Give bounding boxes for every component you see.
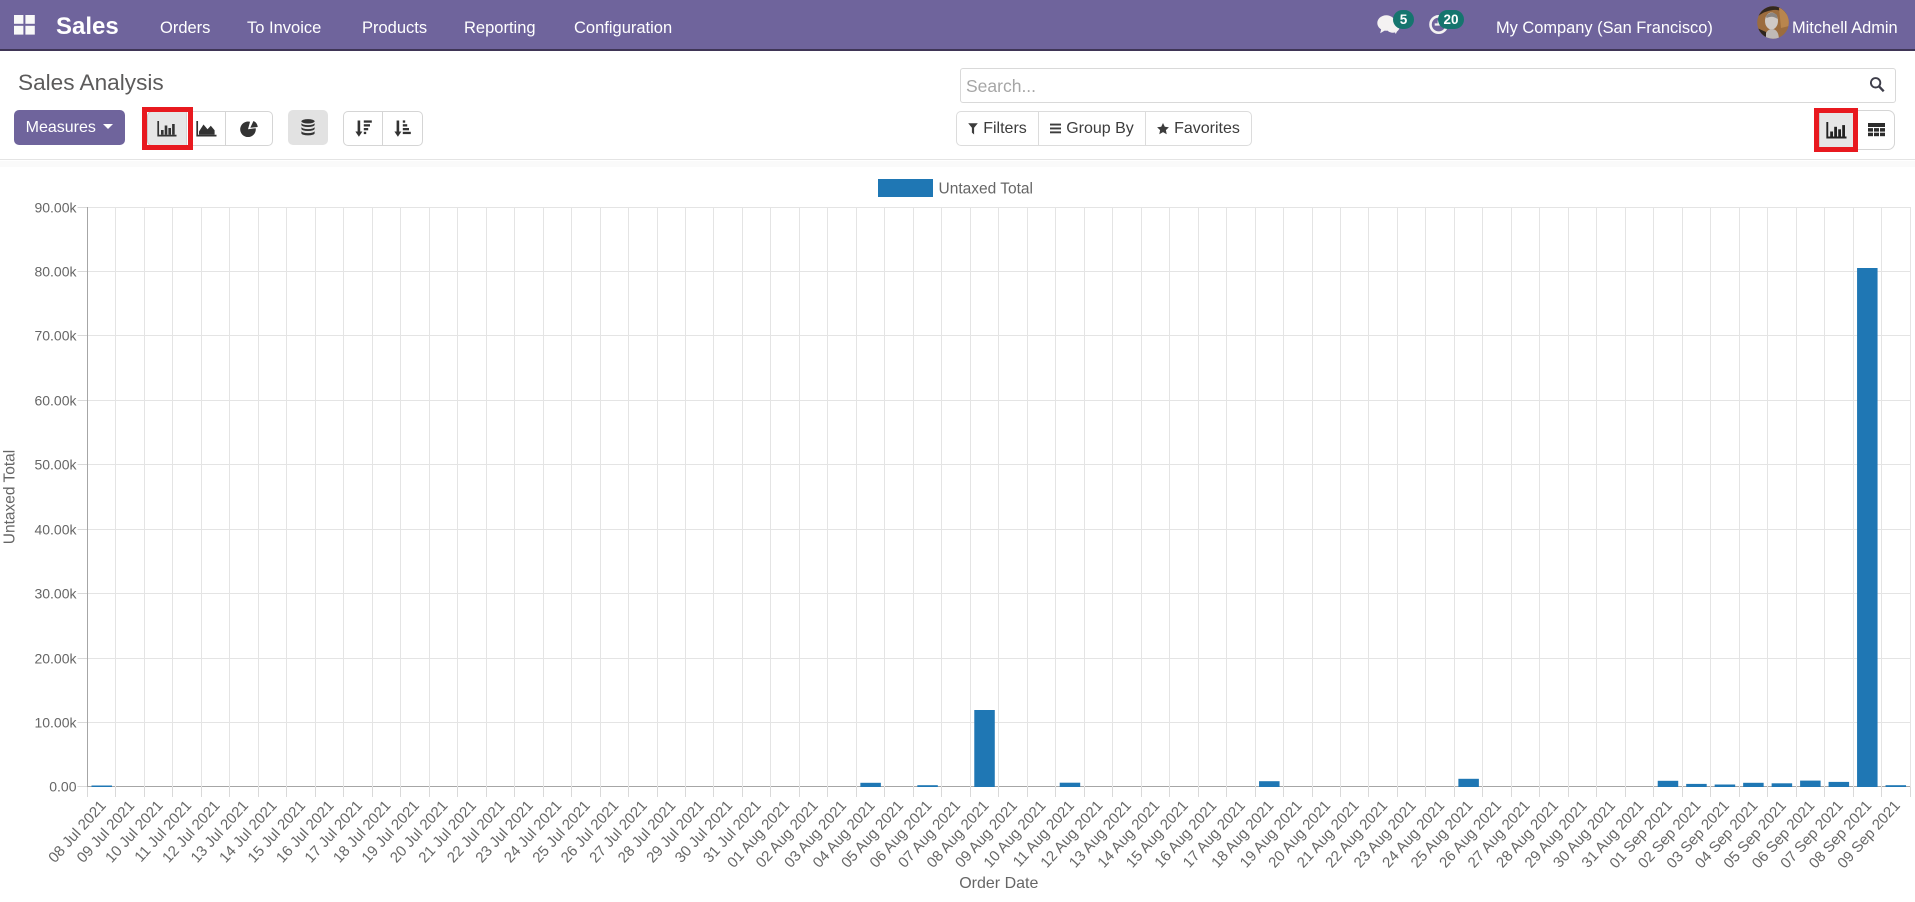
svg-text:Order Date: Order Date xyxy=(959,875,1038,892)
svg-text:Untaxed Total: Untaxed Total xyxy=(2,450,19,545)
svg-text:40.00k: 40.00k xyxy=(34,522,77,538)
svg-text:20.00k: 20.00k xyxy=(34,651,77,667)
svg-text:70.00k: 70.00k xyxy=(34,328,77,344)
svg-text:0.00: 0.00 xyxy=(49,779,76,795)
svg-text:30.00k: 30.00k xyxy=(34,586,77,602)
svg-text:10.00k: 10.00k xyxy=(34,715,77,731)
svg-text:Untaxed Total: Untaxed Total xyxy=(939,181,1034,198)
svg-text:50.00k: 50.00k xyxy=(34,457,77,473)
svg-text:80.00k: 80.00k xyxy=(34,264,77,280)
svg-text:90.00k: 90.00k xyxy=(34,200,77,216)
svg-text:60.00k: 60.00k xyxy=(34,393,77,409)
